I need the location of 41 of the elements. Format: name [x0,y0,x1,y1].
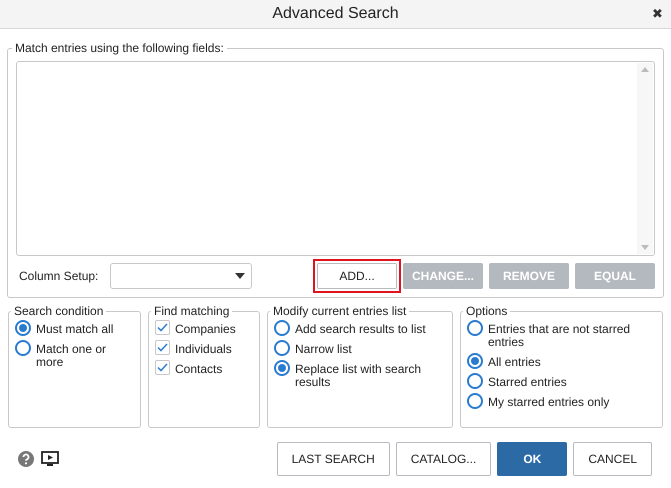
option-label: Narrow list [295,341,352,356]
option-label: Companies [175,321,236,336]
option-label: Entries that are not starred entries [488,321,632,349]
video-icon[interactable] [41,451,59,467]
option-label: Starred entries [488,374,567,389]
option-label: My starred entries only [488,394,610,409]
option-label: Individuals [175,341,232,356]
dialog-button[interactable]: LAST SEARCH [276,442,390,476]
radio-button[interactable] [467,353,483,369]
option-label: Replace list with search results [295,361,422,389]
checkbox[interactable] [155,320,170,335]
option-label: Must match all [36,321,114,336]
window-title: Advanced Search [272,5,399,23]
dialog-button[interactable]: OK [497,442,568,476]
dialog-button[interactable]: CANCEL [573,442,652,476]
radio-button[interactable] [467,320,483,336]
radio-button[interactable] [274,360,290,376]
action-button[interactable]: ADD... [317,263,397,289]
column-setup-label: Column Setup: [19,269,98,283]
radio-button[interactable] [15,320,31,336]
option-label: All entries [488,354,541,369]
checkbox[interactable] [155,340,170,355]
radio-button[interactable] [467,393,483,409]
group-legend: Search condition [11,304,106,318]
option-label: Contacts [175,361,222,376]
group-legend: Options [463,304,510,318]
checkbox[interactable] [155,360,170,375]
radio-button[interactable] [274,320,290,336]
option-label: Add search results to list [295,321,426,336]
panel-legend: Match entries using the following fields: [12,41,227,55]
group-legend: Modify current entries list [270,304,410,318]
help-icon[interactable] [17,450,35,468]
close-button[interactable]: ✖ [652,6,663,21]
fields-list[interactable] [16,61,655,256]
option-label: Match one or more [36,341,108,369]
caret-icon [235,273,246,279]
radio-button[interactable] [274,340,290,356]
group-legend: Find matching [151,304,232,318]
dialog-button[interactable]: CATALOG... [396,442,492,476]
radio-button[interactable] [15,340,31,356]
radio-button[interactable] [467,373,483,389]
